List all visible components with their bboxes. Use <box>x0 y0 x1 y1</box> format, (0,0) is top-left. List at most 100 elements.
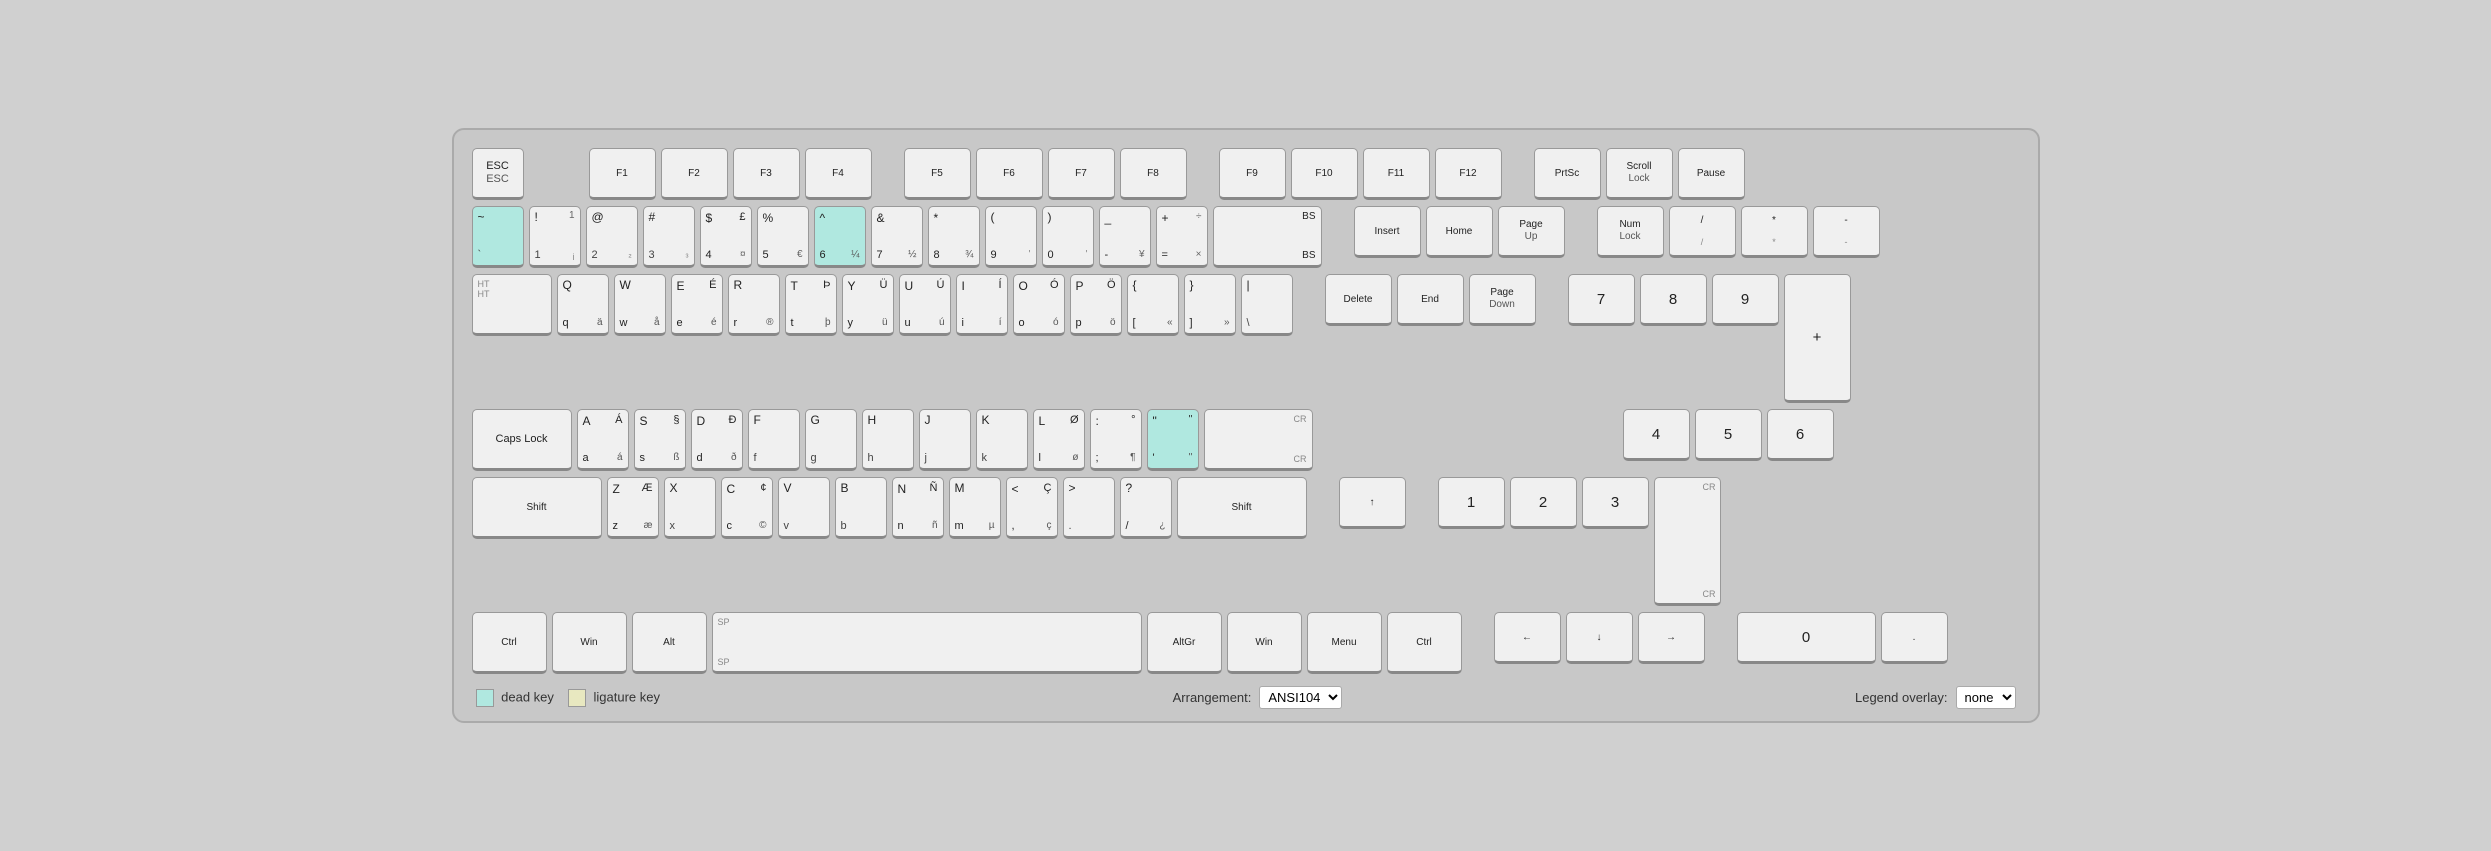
key-arrow-down[interactable]: ↓ <box>1566 612 1633 664</box>
key-x[interactable]: X x <box>664 477 716 539</box>
key-3[interactable]: # 3 ³ <box>643 206 695 268</box>
key-pagedown[interactable]: PageDown <box>1469 274 1536 326</box>
key-f5[interactable]: F5 <box>904 148 971 200</box>
key-num5[interactable]: 5 <box>1695 409 1762 461</box>
key-pause[interactable]: Pause <box>1678 148 1745 200</box>
key-num7[interactable]: 7 <box>1568 274 1635 326</box>
key-pageup[interactable]: PageUp <box>1498 206 1565 258</box>
key-semicolon[interactable]: : ° ; ¶ <box>1090 409 1142 471</box>
key-tilde[interactable]: ~ ` <box>472 206 524 268</box>
key-g[interactable]: G g <box>805 409 857 471</box>
key-rbracket[interactable]: } ] » <box>1184 274 1236 336</box>
key-a[interactable]: A Á a á <box>577 409 629 471</box>
key-f4[interactable]: F4 <box>805 148 872 200</box>
key-f7[interactable]: F7 <box>1048 148 1115 200</box>
key-q[interactable]: Q q ä <box>557 274 609 336</box>
legend-overlay-select[interactable]: none AltGr Shift <box>1956 686 2016 709</box>
key-tab[interactable]: HT HT <box>472 274 552 336</box>
key-numpad-minus[interactable]: -- <box>1813 206 1880 258</box>
key-f11[interactable]: F11 <box>1363 148 1430 200</box>
key-equals[interactable]: + ÷ = × <box>1156 206 1208 268</box>
key-ctrl-left[interactable]: Ctrl <box>472 612 547 674</box>
key-o[interactable]: O Ó o ó <box>1013 274 1065 336</box>
key-arrow-up[interactable]: ↑ <box>1339 477 1406 529</box>
key-num6[interactable]: 6 <box>1767 409 1834 461</box>
key-win-right[interactable]: Win <box>1227 612 1302 674</box>
key-num2[interactable]: 2 <box>1510 477 1577 529</box>
key-numdot[interactable]: . <box>1881 612 1948 664</box>
key-num3[interactable]: 3 <box>1582 477 1649 529</box>
key-num1[interactable]: 1 <box>1438 477 1505 529</box>
key-t[interactable]: T Þ t þ <box>785 274 837 336</box>
key-p[interactable]: P Ö p ö <box>1070 274 1122 336</box>
key-2[interactable]: @ 2 ² <box>586 206 638 268</box>
key-f9[interactable]: F9 <box>1219 148 1286 200</box>
key-comma[interactable]: < Ç , ç <box>1006 477 1058 539</box>
key-0[interactable]: ) 0 ' <box>1042 206 1094 268</box>
key-u[interactable]: U Ú u ú <box>899 274 951 336</box>
key-k[interactable]: K k <box>976 409 1028 471</box>
key-6[interactable]: ^ 6 ¼ <box>814 206 866 268</box>
key-c[interactable]: C ¢ c © <box>721 477 773 539</box>
key-end[interactable]: End <box>1397 274 1464 326</box>
key-b[interactable]: B b <box>835 477 887 539</box>
key-shift-left[interactable]: Shift <box>472 477 602 539</box>
key-esc[interactable]: ESC ESC <box>472 148 524 200</box>
key-d[interactable]: D Ð d ð <box>691 409 743 471</box>
key-5[interactable]: % 5 € <box>757 206 809 268</box>
key-s[interactable]: S § s ß <box>634 409 686 471</box>
key-l[interactable]: L Ø l ø <box>1033 409 1085 471</box>
key-y[interactable]: Y Ü y ü <box>842 274 894 336</box>
key-quote[interactable]: " '' ' '' <box>1147 409 1199 471</box>
arrangement-select[interactable]: ANSI104 ISO105 JIS <box>1259 686 1342 709</box>
key-num0[interactable]: 0 <box>1737 612 1876 664</box>
key-prtsc[interactable]: PrtSc <box>1534 148 1601 200</box>
key-num4[interactable]: 4 <box>1623 409 1690 461</box>
key-numpad-plus[interactable]: + <box>1784 274 1851 403</box>
key-f3[interactable]: F3 <box>733 148 800 200</box>
key-menu[interactable]: Menu <box>1307 612 1382 674</box>
key-capslock[interactable]: Caps Lock <box>472 409 572 471</box>
key-ctrl-right[interactable]: Ctrl <box>1387 612 1462 674</box>
key-num9[interactable]: 9 <box>1712 274 1779 326</box>
key-4[interactable]: $ £ 4 ¤ <box>700 206 752 268</box>
key-lbracket[interactable]: { [ « <box>1127 274 1179 336</box>
key-f8[interactable]: F8 <box>1120 148 1187 200</box>
key-7[interactable]: & 7 ½ <box>871 206 923 268</box>
key-8[interactable]: * 8 ¾ <box>928 206 980 268</box>
key-numlock[interactable]: NumLock <box>1597 206 1664 258</box>
key-shift-right[interactable]: Shift <box>1177 477 1307 539</box>
key-f10[interactable]: F10 <box>1291 148 1358 200</box>
key-scroll[interactable]: ScrollLock <box>1606 148 1673 200</box>
key-w[interactable]: W w å <box>614 274 666 336</box>
key-f[interactable]: F f <box>748 409 800 471</box>
key-i[interactable]: I Í i í <box>956 274 1008 336</box>
key-j[interactable]: J j <box>919 409 971 471</box>
key-1[interactable]: 1 ! 1 i <box>529 206 581 268</box>
key-f6[interactable]: F6 <box>976 148 1043 200</box>
key-backslash[interactable]: | \ <box>1241 274 1293 336</box>
key-z[interactable]: Z Æ z æ <box>607 477 659 539</box>
key-space[interactable]: SP SP <box>712 612 1142 674</box>
key-9[interactable]: ( 9 ' <box>985 206 1037 268</box>
key-insert[interactable]: Insert <box>1354 206 1421 258</box>
key-delete[interactable]: Delete <box>1325 274 1392 326</box>
key-win-left[interactable]: Win <box>552 612 627 674</box>
key-f1[interactable]: F1 <box>589 148 656 200</box>
key-enter[interactable]: CR CR <box>1204 409 1313 471</box>
key-v[interactable]: V v <box>778 477 830 539</box>
key-altgr[interactable]: AltGr <box>1147 612 1222 674</box>
key-backspace[interactable]: BS BS <box>1213 206 1322 268</box>
key-arrow-left[interactable]: ← <box>1494 612 1561 664</box>
key-arrow-right[interactable]: → <box>1638 612 1705 664</box>
key-numpad-slash[interactable]: // <box>1669 206 1736 258</box>
key-numpad-asterisk[interactable]: ** <box>1741 206 1808 258</box>
key-home[interactable]: Home <box>1426 206 1493 258</box>
key-n[interactable]: N Ñ n ñ <box>892 477 944 539</box>
key-minus[interactable]: _ - ¥ <box>1099 206 1151 268</box>
key-m[interactable]: M m µ <box>949 477 1001 539</box>
key-slash[interactable]: ? / ¿ <box>1120 477 1172 539</box>
key-f12[interactable]: F12 <box>1435 148 1502 200</box>
key-num8[interactable]: 8 <box>1640 274 1707 326</box>
key-f2[interactable]: F2 <box>661 148 728 200</box>
